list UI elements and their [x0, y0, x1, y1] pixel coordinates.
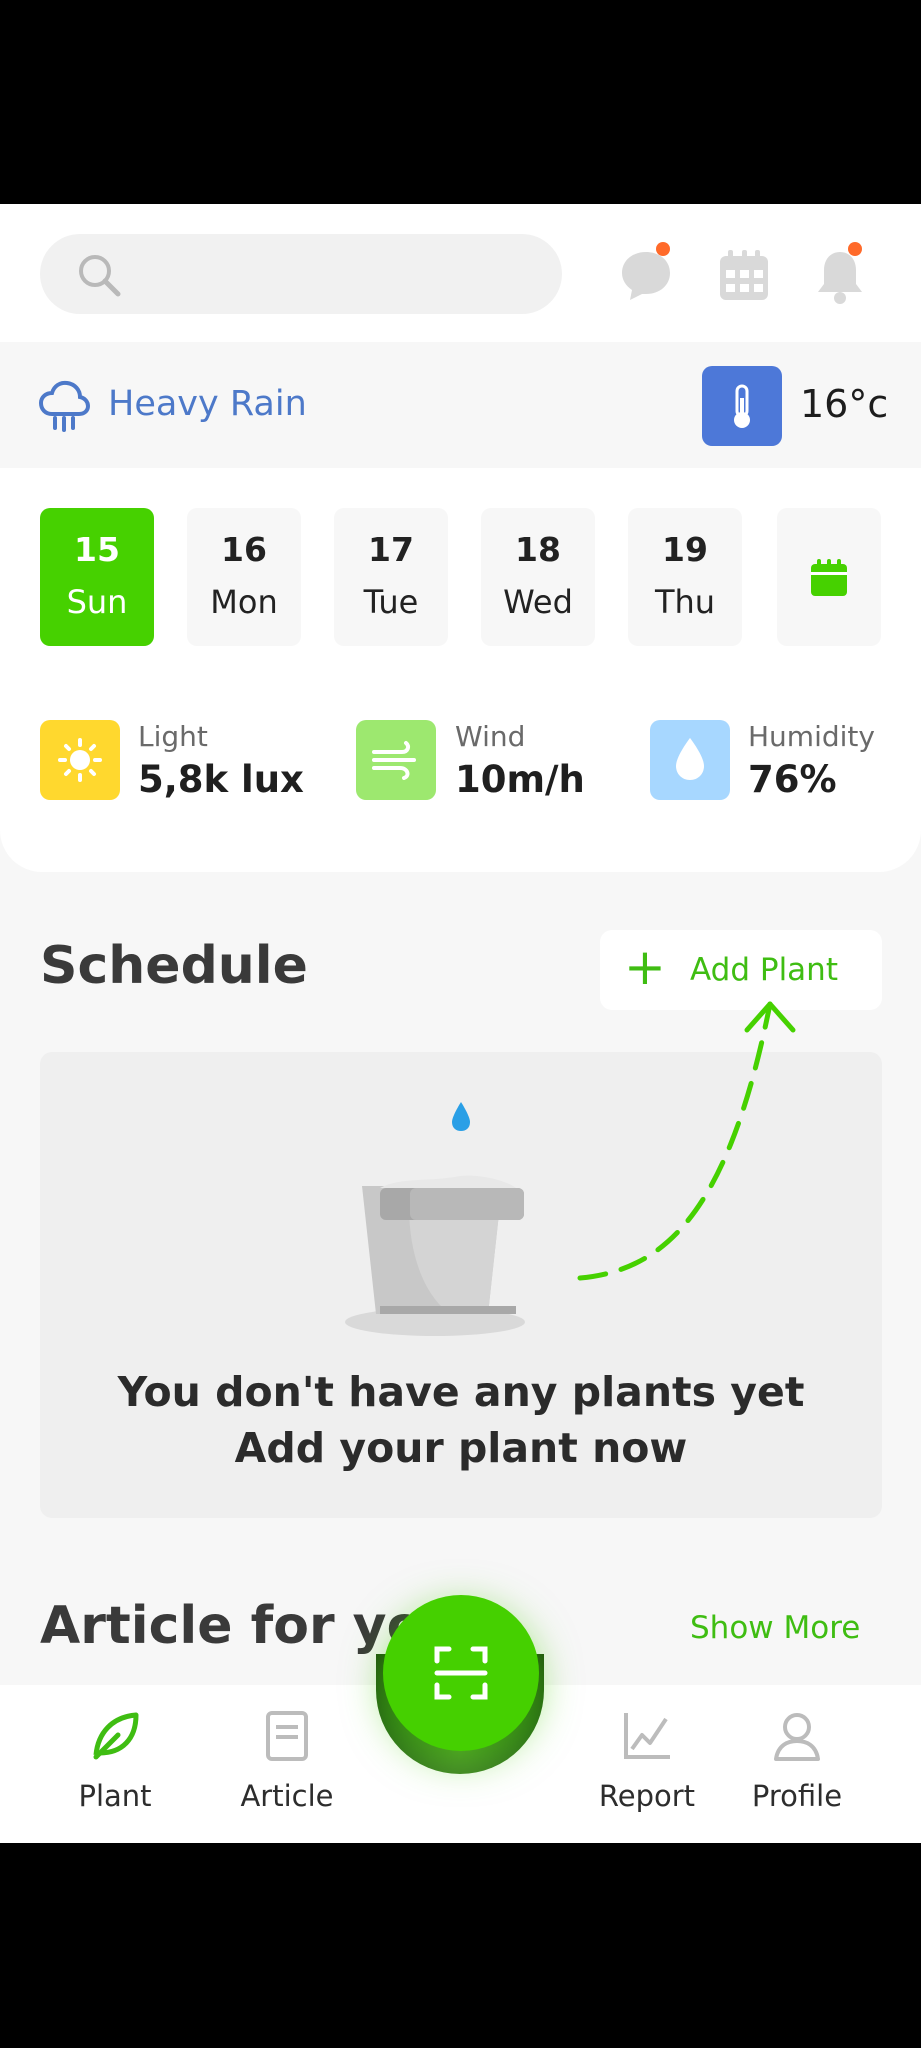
- weather-condition: Heavy Rain: [108, 384, 307, 424]
- light-label: Light: [138, 720, 208, 753]
- humidity-badge: [650, 720, 730, 800]
- day-17[interactable]: 17 Tue: [334, 508, 448, 646]
- leaf-icon: [93, 1712, 139, 1760]
- user-icon: [774, 1713, 820, 1761]
- day-number: 19: [662, 530, 708, 569]
- day-name: Sun: [66, 583, 128, 621]
- scan-button[interactable]: [383, 1595, 539, 1751]
- empty-message-line1: You don't have any plants yet: [117, 1368, 805, 1416]
- scan-icon: [434, 1646, 488, 1700]
- nav-article[interactable]: Article: [212, 1709, 362, 1813]
- chat-button[interactable]: [618, 242, 674, 304]
- light-badge: [40, 720, 120, 800]
- show-more-link[interactable]: Show More: [690, 1610, 860, 1646]
- day-number: 16: [221, 530, 267, 569]
- chat-icon: [622, 252, 670, 300]
- day-name: Tue: [363, 583, 419, 621]
- bell-icon: [818, 252, 862, 304]
- notification-dot: [848, 242, 862, 256]
- day-18[interactable]: 18 Wed: [481, 508, 595, 646]
- humidity-value: 76%: [748, 758, 837, 801]
- sun-icon: [58, 738, 102, 782]
- nav-report[interactable]: Report: [572, 1709, 722, 1813]
- day-number: 15: [74, 530, 120, 569]
- weather-bar: Heavy Rain 16°c: [0, 342, 921, 468]
- water-drop-icon: [676, 738, 704, 780]
- app-screen: Heavy Rain 16°c 15 Sun 16 Mon 17 Tue 18 …: [0, 204, 921, 1843]
- temperature: 16°c: [800, 382, 889, 426]
- nav-profile[interactable]: Profile: [722, 1709, 872, 1813]
- nav-profile-label: Profile: [751, 1779, 843, 1813]
- empty-pot-illustration: [345, 1102, 525, 1336]
- document-icon: [266, 1711, 308, 1761]
- light-value: 5,8k lux: [138, 758, 304, 801]
- notification-dot: [656, 242, 670, 256]
- wind-icon: [372, 741, 416, 780]
- day-15[interactable]: 15 Sun: [40, 508, 154, 646]
- dashed-arrow-graphic: [577, 1001, 796, 1281]
- thermometer-badge: [702, 366, 782, 446]
- day-name: Mon: [210, 583, 278, 621]
- day-number: 17: [368, 530, 414, 569]
- chart-icon: [624, 1713, 670, 1759]
- wind-label: Wind: [455, 720, 526, 753]
- calendar-icon: [811, 559, 847, 596]
- notifications-button[interactable]: [812, 242, 868, 304]
- search-icon: [79, 255, 121, 297]
- forecast-card: 15 Sun 16 Mon 17 Tue 18 Wed 19 Thu Light…: [0, 468, 921, 872]
- thermometer-icon: [734, 384, 750, 428]
- rain-cloud-icon: [38, 380, 90, 432]
- humidity-label: Humidity: [748, 720, 875, 753]
- add-plant-label: Add Plant: [690, 952, 838, 988]
- schedule-title: Schedule: [40, 936, 308, 996]
- nav-report-label: Report: [598, 1779, 696, 1813]
- open-calendar-button[interactable]: [777, 508, 881, 646]
- day-name: Thu: [654, 583, 716, 621]
- plus-icon: +: [624, 938, 666, 996]
- day-19[interactable]: 19 Thu: [628, 508, 742, 646]
- calendar-icon: [720, 250, 768, 300]
- header: [0, 204, 921, 342]
- nav-article-label: Article: [240, 1779, 334, 1813]
- nav-plant[interactable]: Plant: [40, 1709, 190, 1813]
- wind-value: 10m/h: [455, 758, 585, 801]
- day-16[interactable]: 16 Mon: [187, 508, 301, 646]
- search-input[interactable]: [40, 234, 562, 314]
- calendar-button[interactable]: [716, 248, 772, 304]
- nav-plant-label: Plant: [78, 1779, 152, 1813]
- empty-message-line2: Add your plant now: [234, 1424, 688, 1472]
- day-name: Wed: [503, 583, 573, 621]
- wind-badge: [356, 720, 436, 800]
- day-number: 18: [515, 530, 561, 569]
